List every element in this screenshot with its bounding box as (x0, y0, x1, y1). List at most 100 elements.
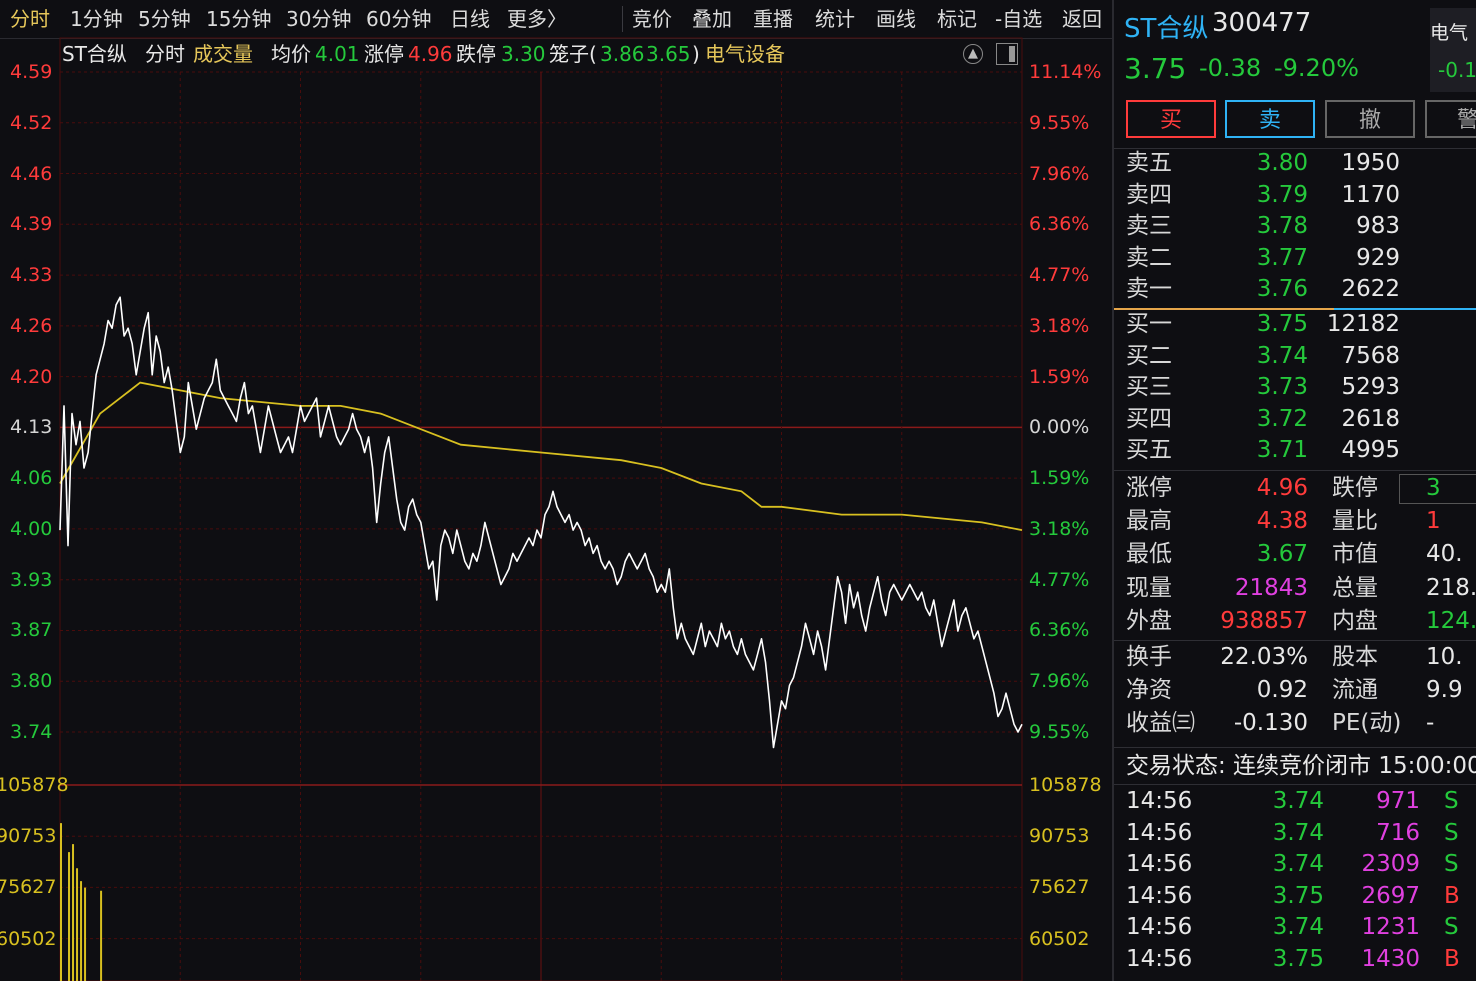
alert-button[interactable]: 警 (1425, 100, 1476, 138)
trade-row: 14:56 3.74 1231 S (1126, 912, 1476, 943)
stat-value: 40. (1426, 541, 1463, 568)
level-label: 买三 (1126, 374, 1172, 401)
pct-tick-label: 9.55% (1029, 721, 1090, 743)
intraday-chart (59, 37, 1023, 981)
stat-label: 外盘 (1126, 607, 1172, 634)
trade-row: 14:56 3.74 971 S (1126, 786, 1476, 817)
trade-time: 14:56 (1126, 819, 1193, 846)
stat-value: - (1426, 710, 1435, 737)
orderbook-row[interactable]: 卖二 3.77 929 (1126, 243, 1476, 274)
level-volume: 4995 (1341, 437, 1400, 464)
stat-value: 10. (1426, 644, 1463, 670)
orderbook-row[interactable]: 买五 3.71 4995 (1126, 435, 1476, 466)
orderbook-row[interactable]: 买四 3.72 2618 (1126, 404, 1476, 435)
limit-down-box (1399, 474, 1476, 504)
stat-label: 涨停 (1126, 475, 1172, 501)
divider (1114, 747, 1476, 748)
trade-row: 14:56 3.75 1430 B (1126, 944, 1476, 975)
buy-button[interactable]: 买 (1126, 100, 1216, 138)
pct-tick-label: 6.36% (1029, 619, 1090, 642)
level-price: 3.72 (1256, 405, 1308, 432)
price-tick-label: 3.80 (10, 670, 53, 693)
price-tick-label: 4.52 (10, 111, 53, 134)
level-label: 买二 (1126, 342, 1172, 369)
orderbook-row[interactable]: 买二 3.74 7568 (1126, 341, 1476, 372)
price-tick-label: 4.33 (10, 264, 53, 287)
orderbook-row[interactable]: 买三 3.73 5293 (1126, 372, 1476, 403)
level-volume: 1950 (1341, 150, 1400, 176)
stock-code: 300477 (1212, 8, 1312, 38)
cancel-order-button[interactable]: 撤 (1325, 100, 1415, 138)
trade-price: 3.75 (1272, 882, 1324, 909)
trade-volume: 716 (1376, 819, 1420, 846)
trade-price: 3.74 (1272, 788, 1324, 814)
price-tick-label: 4.13 (10, 416, 53, 439)
volume-tick-label: 105878 (1029, 774, 1102, 796)
sector-mini-card[interactable]: 电气 -0.1 (1430, 8, 1476, 92)
trade-price: 3.74 (1272, 914, 1324, 940)
level-label: 买四 (1126, 405, 1172, 432)
stat-value: -0.130 (1233, 710, 1308, 737)
pct-tick-label: 3.18% (1029, 314, 1090, 337)
orderbook-row[interactable]: 卖五 3.80 1950 (1126, 148, 1476, 179)
trade-time: 14:56 (1126, 945, 1193, 972)
trade-price: 3.74 (1272, 851, 1324, 877)
sector-mini-value: -0.1 (1438, 58, 1476, 82)
level-price: 3.74 (1256, 342, 1308, 369)
stat-label: 流通 (1332, 677, 1378, 704)
price-tick-label: 3.93 (10, 568, 53, 591)
level-volume: 983 (1356, 213, 1400, 240)
trade-price: 3.74 (1272, 819, 1324, 846)
stat-value: 1 (1426, 508, 1441, 535)
pct-tick-label: 0.00% (1029, 416, 1090, 439)
level-volume: 7568 (1341, 342, 1400, 369)
level-price: 3.79 (1256, 181, 1308, 208)
pct-tick-label: 4.77% (1029, 264, 1090, 287)
trade-price: 3.75 (1272, 945, 1324, 972)
price-tick-label: 4.46 (10, 162, 53, 185)
trade-time: 14:56 (1126, 851, 1193, 877)
price-tick-label: 4.39 (10, 213, 53, 236)
level-volume: 2622 (1341, 276, 1400, 303)
level-volume: 1170 (1341, 181, 1400, 208)
trade-time: 14:56 (1126, 914, 1193, 940)
trade-row: 14:56 3.74 2309 S (1126, 849, 1476, 880)
orderbook-row[interactable]: 卖三 3.78 983 (1126, 211, 1476, 242)
stat-value: 3.67 (1256, 541, 1308, 568)
orderbook-row[interactable]: 买一 3.75 12182 (1126, 309, 1476, 340)
level-label: 卖二 (1126, 244, 1172, 271)
trade-volume: 2309 (1361, 851, 1420, 877)
stat-label: 收益㈢ (1126, 710, 1195, 737)
trade-side: S (1444, 819, 1459, 846)
level-price: 3.80 (1256, 150, 1308, 176)
trade-row: 14:56 3.75 2697 B (1126, 881, 1476, 912)
volume-tick-label: 75627 (1029, 876, 1090, 899)
stat-label: 最高 (1126, 508, 1172, 535)
level-label: 卖五 (1126, 150, 1172, 176)
level-label: 卖四 (1126, 181, 1172, 208)
pct-tick-label: 7.96% (1029, 162, 1090, 185)
trade-side: B (1444, 882, 1460, 909)
level-label: 买五 (1126, 437, 1172, 464)
price-change-pct: -9.20% (1274, 54, 1359, 82)
divider (1114, 470, 1476, 471)
stock-title-name: ST合纵 (1124, 14, 1209, 44)
stat-value: 4.38 (1256, 508, 1308, 535)
price-tick-label: 3.87 (10, 619, 53, 642)
price-change: -0.38 (1199, 54, 1262, 82)
stat-label: 量比 (1332, 508, 1378, 535)
sell-button[interactable]: 卖 (1225, 100, 1315, 138)
stat-label: 净资 (1126, 677, 1172, 704)
level-volume: 2618 (1341, 405, 1400, 432)
stat-value: 4.96 (1256, 475, 1308, 501)
trade-volume: 1430 (1361, 945, 1420, 972)
orderbook-row[interactable]: 卖四 3.79 1170 (1126, 180, 1476, 211)
trade-volume: 1231 (1361, 914, 1420, 940)
volume-tick-label: 90753 (1029, 825, 1090, 848)
stat-value: 9.9 (1426, 677, 1463, 704)
pct-tick-label: 3.18% (1029, 517, 1090, 540)
orderbook-row[interactable]: 卖一 3.76 2622 (1126, 274, 1476, 305)
level-volume: 929 (1356, 244, 1400, 271)
price-tick-label: 4.26 (10, 314, 53, 337)
volume-tick-label: 60502 (0, 927, 57, 950)
